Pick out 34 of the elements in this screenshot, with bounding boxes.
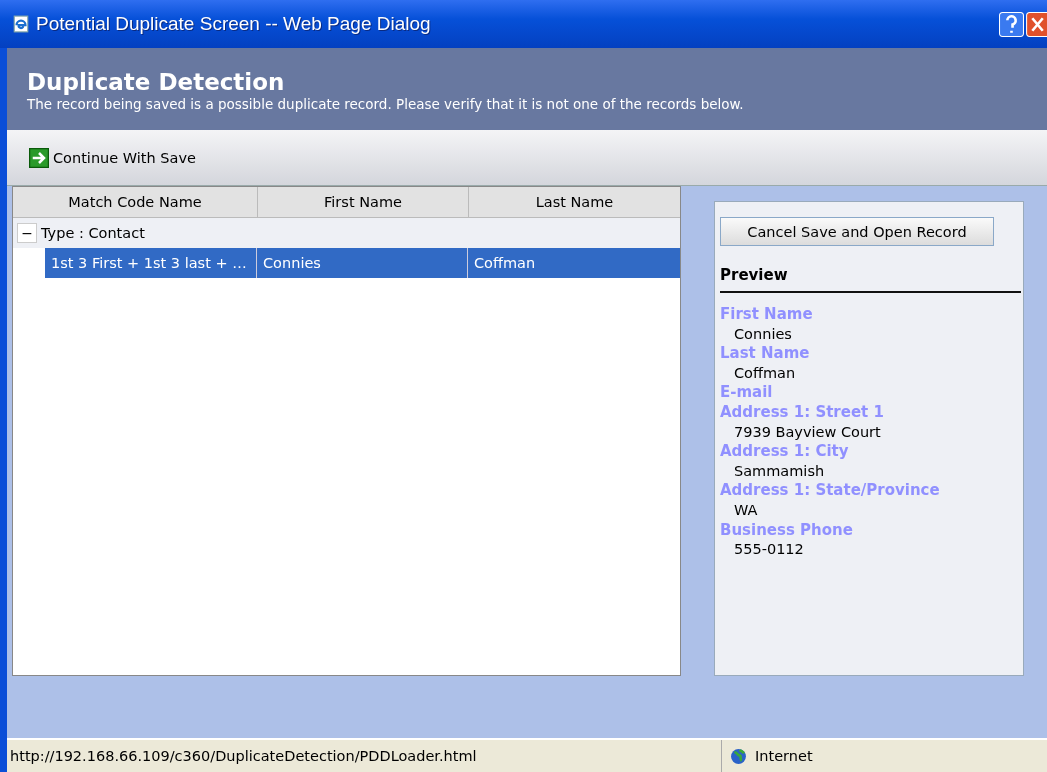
- field-value: Sammamish: [733, 461, 826, 481]
- cancel-open-button[interactable]: Cancel Save and Open Record: [720, 217, 994, 246]
- field-label: E-mail: [720, 383, 774, 403]
- table-cell-text: Coffman: [473, 254, 537, 273]
- column-header[interactable]: Match Code Name: [13, 187, 258, 217]
- collapse-toggle[interactable]: −: [17, 223, 37, 243]
- page-heading: Duplicate Detection: [27, 68, 286, 96]
- close-icon[interactable]: [1026, 11, 1047, 37]
- table-cell: 1st 3 First + 1st 3 last + …: [45, 248, 257, 278]
- window-title: Potential Duplicate Screen -- Web Page Dialog: [36, 13, 432, 35]
- browser-page-icon: [12, 15, 30, 33]
- column-header[interactable]: Last Name: [469, 187, 680, 217]
- field-label: First Name: [720, 305, 814, 325]
- field-value: Coffman: [733, 363, 797, 383]
- field-value: 555-0112: [733, 540, 805, 560]
- zone-label: Internet: [755, 748, 813, 764]
- field-value: Connies: [733, 324, 793, 344]
- field-label: Last Name: [720, 344, 811, 364]
- help-icon[interactable]: [999, 11, 1024, 37]
- field-value: 7939 Bayview Court: [733, 422, 882, 442]
- field-value: WA: [733, 500, 759, 520]
- result-row[interactable]: 1st 3 First + 1st 3 last + … Connies Coffman: [45, 248, 680, 278]
- field-label: Business Phone: [720, 520, 854, 541]
- column-header[interactable]: First Name: [258, 187, 469, 217]
- continue-save-button[interactable]: Continue With Save: [27, 145, 198, 170]
- field-label: Address 1: Street 1: [720, 402, 885, 423]
- field-label: Address 1: City: [720, 442, 850, 462]
- preview-heading: Preview: [720, 266, 1021, 293]
- table-cell: Connies: [257, 248, 468, 278]
- field-label: Address 1: State/Province: [720, 481, 941, 501]
- globe-icon: [730, 747, 747, 765]
- group-label: Type : Contact: [41, 225, 145, 241]
- warning-message: The record being saved is a possible duplicate record. Please verify that it is not one of the records below.: [27, 96, 745, 112]
- status-url: http://192.168.66.109/c360/DuplicateDetection/PDDLoader.html: [9, 748, 478, 764]
